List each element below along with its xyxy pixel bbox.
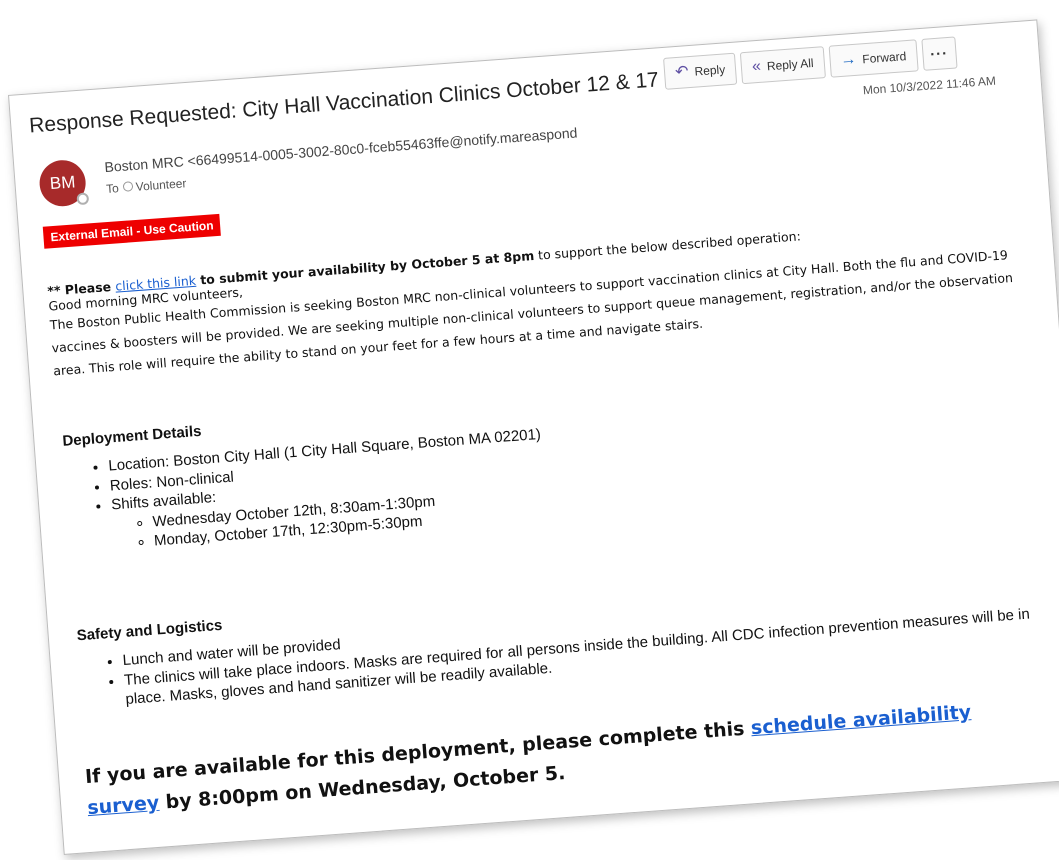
safety-logistics-section: Safety and Logistics Lunch and water wil…	[76, 557, 1040, 713]
email-date: Mon 10/3/2022 11:46 AM	[862, 73, 997, 98]
deployment-list: Location: Boston City Hall (1 City Hall …	[64, 390, 1029, 558]
forward-button-label: Forward	[861, 49, 907, 67]
recipient-status-icon	[122, 181, 134, 192]
deployment-details-section: Deployment Details Location: Boston City…	[62, 363, 1029, 557]
more-actions-icon: ···	[929, 44, 949, 63]
reply-all-button[interactable]: « Reply All	[739, 46, 826, 85]
closing-call-to-action: If you are available for this deployment…	[84, 692, 1046, 825]
more-actions-button[interactable]: ···	[921, 36, 958, 71]
forward-arrow-icon: →	[839, 50, 857, 69]
to-label: To	[105, 181, 120, 197]
reply-all-button-label: Reply All	[766, 55, 815, 74]
email-reading-pane: Response Requested: City Hall Vaccinatio…	[8, 19, 1059, 855]
presence-status-icon	[76, 192, 90, 206]
reply-all-arrow-icon: «	[751, 57, 762, 76]
recipient-line: To Volunteer	[106, 176, 187, 196]
reply-button[interactable]: ↶ Reply	[663, 52, 738, 90]
reply-button-label: Reply	[694, 62, 726, 79]
reply-arrow-icon: ↶	[674, 63, 690, 82]
forward-button[interactable]: → Forward	[828, 39, 919, 78]
avatar-initials: BM	[49, 172, 76, 194]
screenshot-stage: Response Requested: City Hall Vaccinatio…	[0, 0, 1059, 860]
recipient-name[interactable]: Volunteer	[135, 176, 187, 194]
external-email-warning-banner: External Email - Use Caution	[42, 213, 222, 249]
